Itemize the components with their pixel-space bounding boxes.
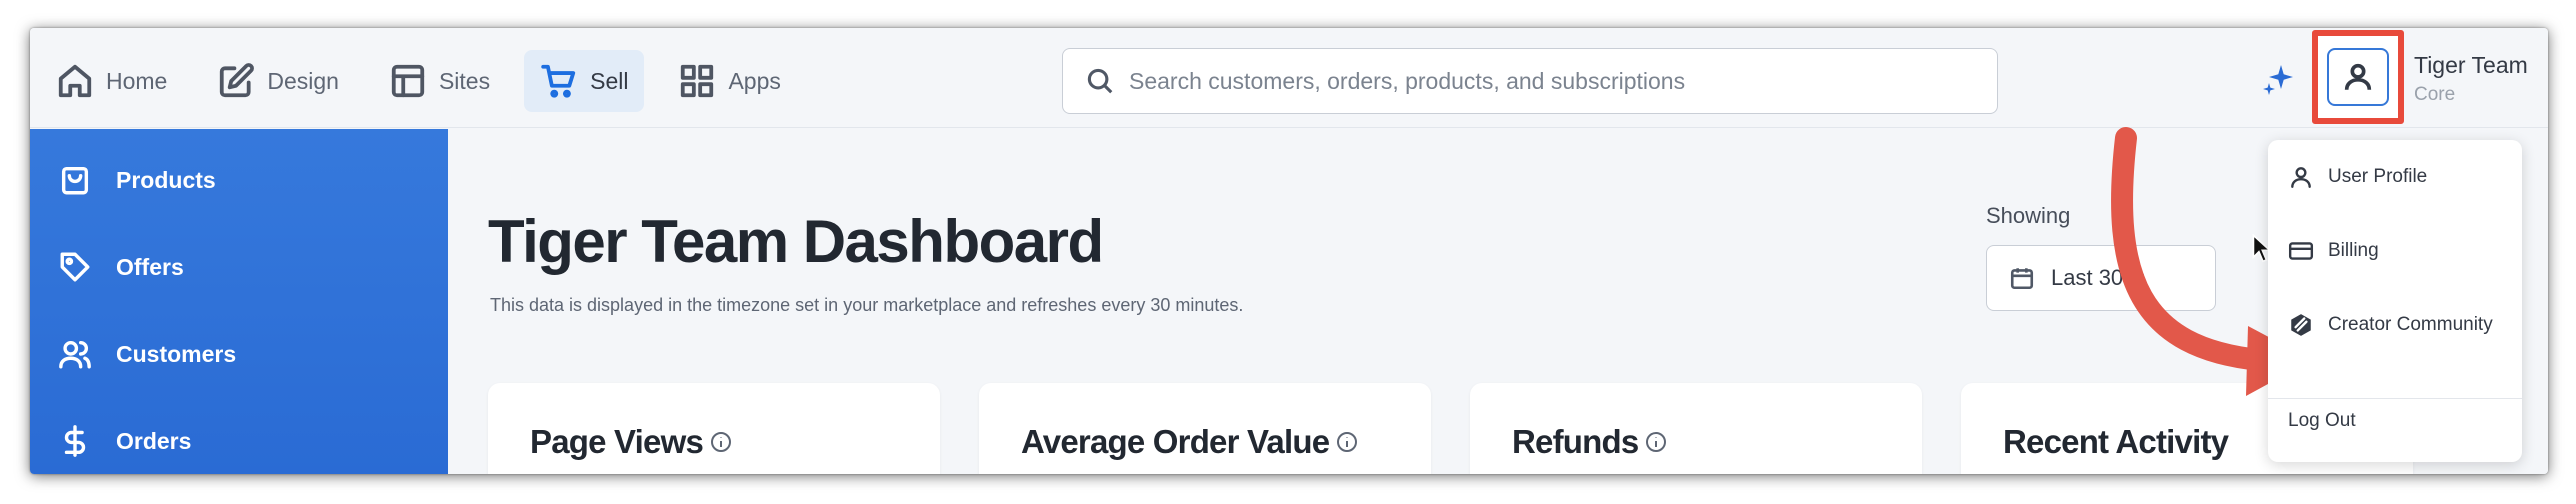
pencil-square-icon <box>220 63 255 98</box>
sidebar-item-products[interactable]: Products <box>58 163 216 197</box>
menu-item-label: Log Out <box>2288 410 2356 431</box>
nav-design-label: Design <box>267 67 339 94</box>
menu-item-user-profile[interactable]: User Profile <box>2288 164 2427 190</box>
sidebar-item-label: Products <box>116 166 216 193</box>
tag-icon <box>60 252 90 282</box>
card-title: Recent Activity <box>2003 423 2229 461</box>
menu-item-log-out[interactable]: Log Out <box>2288 410 2356 432</box>
user-menu-dropdown: User Profile Billing Creator Community L… <box>2268 140 2522 462</box>
menu-item-label: User Profile <box>2328 166 2428 187</box>
info-icon[interactable] <box>1644 430 1668 454</box>
nav-home[interactable]: Home <box>40 50 183 112</box>
ai-sparkle-icon[interactable] <box>2260 62 2296 98</box>
page-subtitle: This data is displayed in the timezone s… <box>490 295 1244 315</box>
nav-sell-label: Sell <box>590 67 629 94</box>
avatar-highlight-box <box>2312 30 2404 124</box>
nav-sites-label: Sites <box>438 67 491 94</box>
grid-icon <box>681 64 714 98</box>
sidebar-item-label: Orders <box>116 427 192 454</box>
date-range-value: Last 30 D <box>2051 265 2146 290</box>
nav-sell[interactable]: Sell <box>524 50 645 112</box>
average-order-value-card: Average Order Value <box>979 383 1431 474</box>
card-title-text: Recent Activity <box>2003 423 2229 460</box>
card-title: Average Order Value <box>1021 423 1359 461</box>
credit-card-icon <box>2288 242 2314 260</box>
menu-divider <box>2268 398 2522 399</box>
menu-item-label: Creator Community <box>2328 314 2493 335</box>
user-icon <box>2291 167 2311 188</box>
global-search <box>1062 48 1998 114</box>
card-title: Page Views <box>530 423 733 461</box>
nav-home-label: Home <box>106 67 168 94</box>
nav-apps[interactable]: Apps <box>662 50 796 112</box>
shopping-bag-icon <box>61 166 89 195</box>
calendar-icon <box>2010 268 2034 290</box>
page-title: Tiger Team Dashboard <box>488 208 1104 275</box>
nav-design[interactable]: Design <box>201 50 355 112</box>
dollar-icon <box>64 425 86 457</box>
cart-icon <box>541 64 576 98</box>
nav-sites[interactable]: Sites <box>373 50 506 112</box>
menu-item-billing[interactable]: Billing <box>2288 238 2379 264</box>
page-views-card: Page Views <box>488 383 940 474</box>
info-icon[interactable] <box>709 430 733 454</box>
top-bar: Home Design Sites Sell Apps Search custo… <box>30 28 2548 128</box>
app-window: Home Design Sites Sell Apps Search custo… <box>30 28 2548 474</box>
sidebar-item-label: Customers <box>116 340 237 367</box>
community-logo-icon <box>2291 314 2311 336</box>
user-plan: Core <box>2414 84 2456 105</box>
user-icon <box>2344 63 2372 90</box>
sidebar-item-label: Offers <box>116 253 184 280</box>
sidebar-item-offers[interactable]: Offers <box>58 250 184 284</box>
sidebar: Products Offers Customers Orders <box>30 129 448 474</box>
card-title-text: Average Order Value <box>1021 423 1330 460</box>
menu-item-creator-community[interactable]: Creator Community <box>2288 312 2493 338</box>
search-input[interactable] <box>1129 67 1989 95</box>
search-icon <box>1087 68 1113 94</box>
showing-label: Showing <box>1986 203 2071 228</box>
main-content: Tiger Team Dashboard This data is displa… <box>448 129 2548 474</box>
nav-apps-label: Apps <box>728 67 781 94</box>
users-icon <box>59 340 91 369</box>
home-icon <box>58 64 92 98</box>
refunds-card: Refunds <box>1470 383 1922 474</box>
card-title: Refunds <box>1512 423 1668 461</box>
date-range-select[interactable]: Last 30 D <box>1986 245 2216 311</box>
sidebar-item-customers[interactable]: Customers <box>58 337 236 371</box>
sidebar-item-orders[interactable]: Orders <box>58 424 191 458</box>
user-name: Tiger Team <box>2414 52 2528 78</box>
layout-icon <box>391 64 425 98</box>
card-title-text: Page Views <box>530 423 704 460</box>
card-title-text: Refunds <box>1512 423 1639 460</box>
menu-item-label: Billing <box>2328 240 2379 261</box>
avatar-button[interactable] <box>2327 48 2389 106</box>
top-nav: Home Design Sites Sell Apps <box>40 50 797 112</box>
info-icon[interactable] <box>1335 430 1359 454</box>
